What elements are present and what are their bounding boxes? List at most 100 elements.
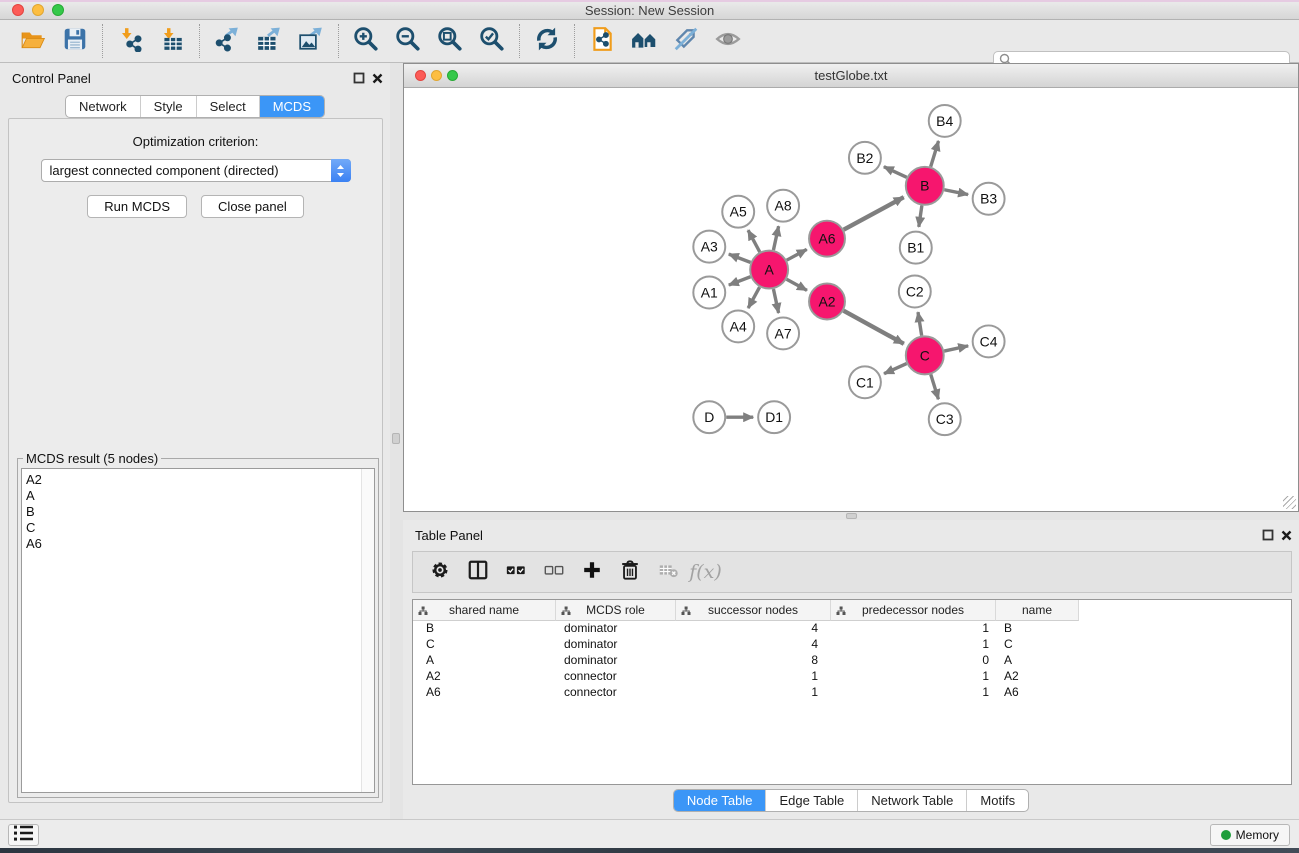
edge-B-B1[interactable] xyxy=(919,206,922,227)
node-D1[interactable]: D1 xyxy=(758,401,790,433)
select-all-button[interactable] xyxy=(499,555,532,589)
table-row[interactable]: Cdominator41C xyxy=(413,637,1291,653)
table-cell[interactable]: 8 xyxy=(676,653,831,669)
node-A3[interactable]: A3 xyxy=(693,231,725,263)
node-C4[interactable]: C4 xyxy=(973,325,1005,357)
tab-edge-table[interactable]: Edge Table xyxy=(765,790,857,811)
table-cell[interactable]: 1 xyxy=(831,685,996,701)
node-D[interactable]: D xyxy=(693,401,725,433)
list-item[interactable]: A6 xyxy=(26,536,374,552)
show-hide-button[interactable] xyxy=(707,22,749,60)
table-row[interactable]: Adominator80A xyxy=(413,653,1291,669)
edge-A-A3[interactable] xyxy=(729,254,751,262)
list-item[interactable]: A xyxy=(26,488,374,504)
table-cell[interactable]: 4 xyxy=(676,621,831,637)
table-cell[interactable]: A xyxy=(996,653,1079,669)
node-C3[interactable]: C3 xyxy=(929,403,961,435)
node-C2[interactable]: C2 xyxy=(899,276,931,308)
zoom-selected-button[interactable] xyxy=(471,22,513,60)
table-row[interactable]: A2connector11A2 xyxy=(413,669,1291,685)
close-panel-icon[interactable] xyxy=(1281,528,1292,546)
node-B1[interactable]: B1 xyxy=(900,232,932,264)
table-cell[interactable]: 1 xyxy=(831,669,996,685)
table-cell[interactable]: B xyxy=(996,621,1079,637)
edge-A-A5[interactable] xyxy=(748,230,760,252)
node-B2[interactable]: B2 xyxy=(849,142,881,174)
split-handle[interactable] xyxy=(846,513,857,519)
column-header-name[interactable]: name xyxy=(996,600,1079,621)
list-item[interactable]: B xyxy=(26,504,374,520)
gear-button[interactable] xyxy=(423,555,456,589)
node-A7[interactable]: A7 xyxy=(767,317,799,349)
zoom-out-button[interactable] xyxy=(387,22,429,60)
tab-node-table[interactable]: Node Table xyxy=(674,790,766,811)
list-item[interactable]: A2 xyxy=(26,472,374,488)
float-panel-icon[interactable] xyxy=(353,71,365,89)
edge-C-C4[interactable] xyxy=(944,346,968,351)
table-cell[interactable]: connector xyxy=(556,685,676,701)
column-header-shared-name[interactable]: shared name xyxy=(413,600,556,621)
close-panel-icon[interactable] xyxy=(372,71,383,89)
export-table-button[interactable] xyxy=(248,22,290,60)
table-cell[interactable]: 1 xyxy=(676,685,831,701)
tab-mcds[interactable]: MCDS xyxy=(259,96,324,117)
vertical-split-divider[interactable] xyxy=(390,63,403,819)
edge-A-A1[interactable] xyxy=(729,277,751,285)
tab-style[interactable]: Style xyxy=(140,96,196,117)
node-A1[interactable]: A1 xyxy=(693,277,725,309)
table-cell[interactable]: dominator xyxy=(556,621,676,637)
edge-A6-B[interactable] xyxy=(844,197,904,230)
edge-A-A8[interactable] xyxy=(773,226,778,250)
edge-B-B4[interactable] xyxy=(931,141,939,167)
table-row[interactable]: Bdominator41B xyxy=(413,621,1291,637)
table-cell[interactable]: 1 xyxy=(676,669,831,685)
node-A[interactable]: A xyxy=(750,251,788,289)
table-cell[interactable]: A6 xyxy=(996,685,1079,701)
node-A5[interactable]: A5 xyxy=(722,196,754,228)
edge-C-C3[interactable] xyxy=(931,374,939,399)
node-C[interactable]: C xyxy=(906,336,944,374)
node-C1[interactable]: C1 xyxy=(849,366,881,398)
table-cell[interactable]: B xyxy=(413,621,556,637)
add-button[interactable] xyxy=(575,555,608,589)
node-A4[interactable]: A4 xyxy=(722,310,754,342)
edge-A-A6[interactable] xyxy=(787,249,807,260)
new-network-from-file-button[interactable] xyxy=(581,22,623,60)
hide-graphics-details-button[interactable] xyxy=(665,22,707,60)
unselect-all-button[interactable] xyxy=(537,555,570,589)
trash-button[interactable] xyxy=(613,555,646,589)
run-mcds-button[interactable]: Run MCDS xyxy=(87,195,187,218)
import-table-button[interactable] xyxy=(151,22,193,60)
edge-A-A2[interactable] xyxy=(787,279,807,290)
export-image-button[interactable] xyxy=(290,22,332,60)
open-button[interactable] xyxy=(12,22,54,60)
edge-C-C2[interactable] xyxy=(918,312,922,335)
network-window-titlebar[interactable]: testGlobe.txt xyxy=(404,64,1298,88)
node-B[interactable]: B xyxy=(906,167,944,205)
node-A2[interactable]: A2 xyxy=(809,284,845,320)
zoom-fit-button[interactable] xyxy=(429,22,471,60)
table-cell[interactable]: 1 xyxy=(831,621,996,637)
table-row[interactable]: A6connector11A6 xyxy=(413,685,1291,701)
edge-C-C1[interactable] xyxy=(884,364,907,374)
table-cell[interactable]: A xyxy=(413,653,556,669)
column-header-successor-nodes[interactable]: successor nodes xyxy=(676,600,831,621)
column-header-predecessor-nodes[interactable]: predecessor nodes xyxy=(831,600,996,621)
table-cell[interactable]: dominator xyxy=(556,637,676,653)
table-cell[interactable]: dominator xyxy=(556,653,676,669)
horizontal-split-divider[interactable] xyxy=(403,512,1299,520)
node-B4[interactable]: B4 xyxy=(929,105,961,137)
table-cell[interactable]: 1 xyxy=(831,637,996,653)
tab-select[interactable]: Select xyxy=(196,96,259,117)
network-canvas[interactable]: B4B2BB3A8A5A6A3B1AA1C2A2A4A7C4CC1C3DD1 xyxy=(404,88,1298,511)
edge-B-B2[interactable] xyxy=(884,167,907,178)
memory-button[interactable]: Memory xyxy=(1210,824,1290,846)
table-cell[interactable]: A6 xyxy=(413,685,556,701)
edge-A-A4[interactable] xyxy=(748,287,759,308)
export-network-button[interactable] xyxy=(206,22,248,60)
node-B3[interactable]: B3 xyxy=(973,183,1005,215)
table-cell[interactable]: C xyxy=(413,637,556,653)
refresh-button[interactable] xyxy=(526,22,568,60)
node-A6[interactable]: A6 xyxy=(809,221,845,257)
resize-grip[interactable] xyxy=(1283,496,1296,509)
